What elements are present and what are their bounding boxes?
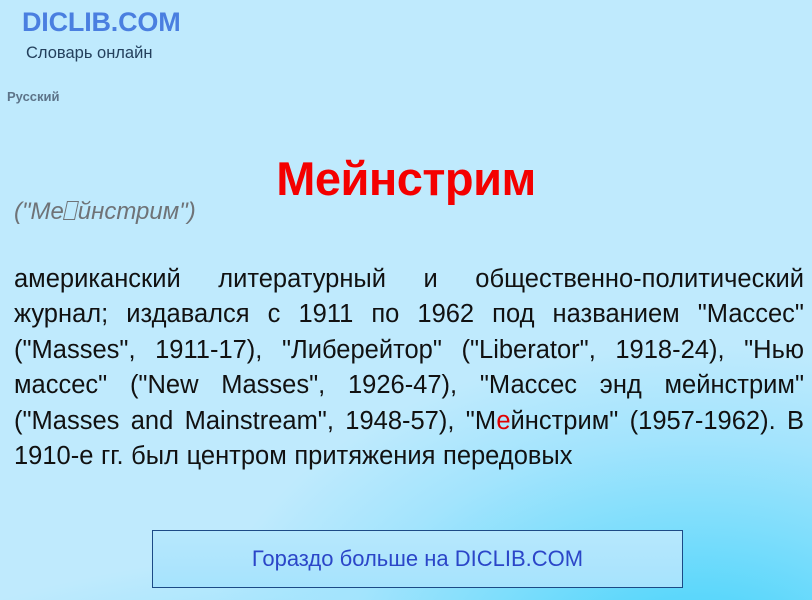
transcription-suffix: йнстрим") [77,198,196,225]
more-on-diclib-button-label: Гораздо больше на DICLIB.COM [251,546,584,571]
entry-definition: американский литературный и общественно-… [14,262,804,514]
language-label-russian: Русский [7,89,60,104]
missing-glyph-box-icon [62,201,80,220]
more-on-diclib-button[interactable]: Гораздо больше на DICLIB.COM [152,530,683,588]
entry-transcription: ("Ме йнстрим") [14,198,196,225]
site-logo-diclib[interactable]: DICLIB.COM [22,9,181,36]
definition-highlighted-letter: е [496,406,511,435]
site-tagline: Словарь онлайн [26,44,153,62]
transcription-prefix: ("Ме [14,198,64,225]
page-background: DICLIB.COM Словарь онлайн Русский Мейнст… [0,0,812,600]
